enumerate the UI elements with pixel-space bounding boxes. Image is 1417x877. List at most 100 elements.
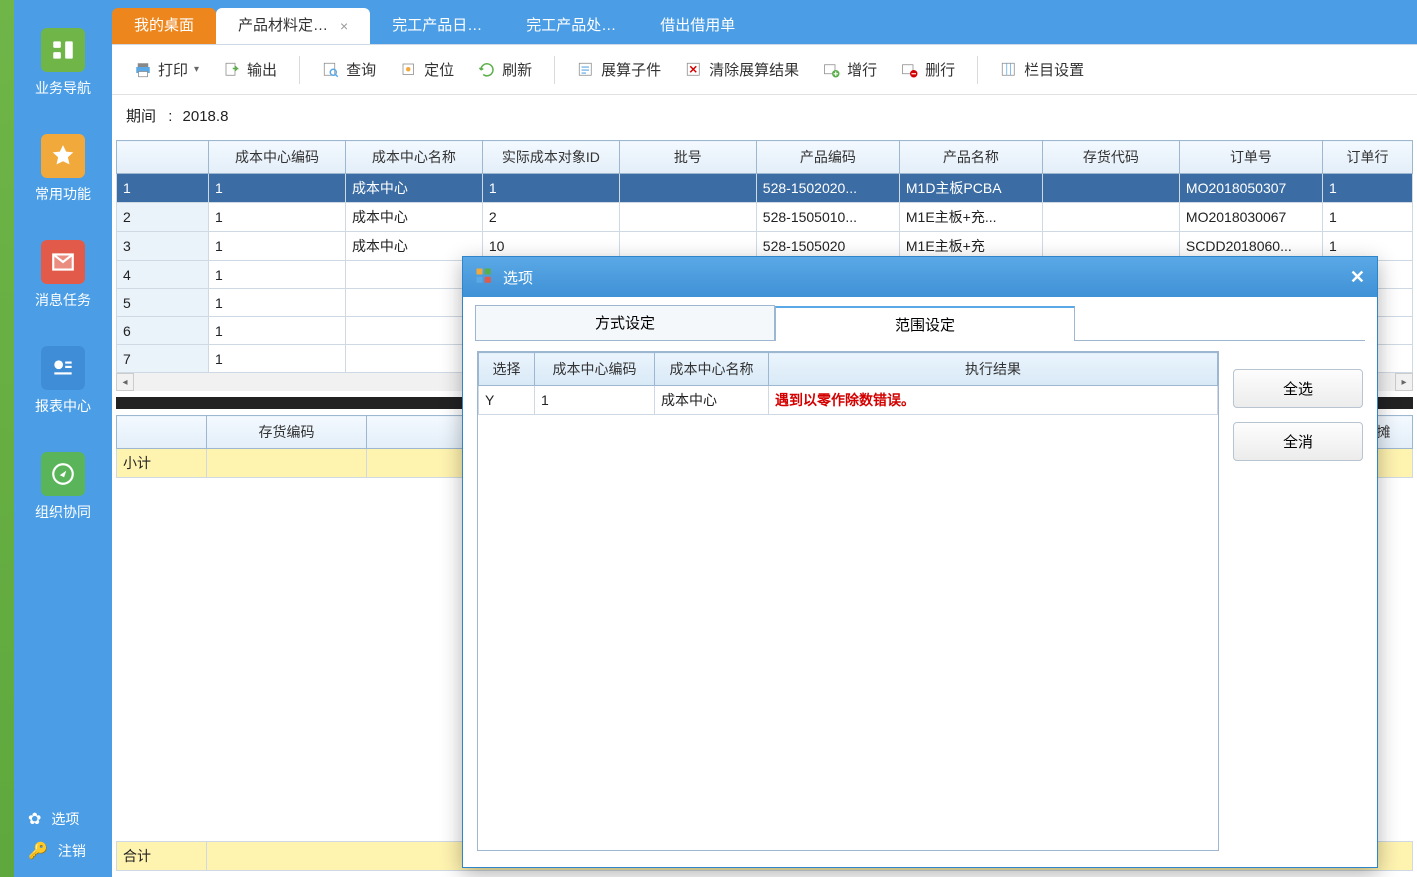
cell[interactable]: 成本中心 — [345, 174, 482, 203]
export-button[interactable]: 输出 — [213, 55, 287, 84]
scroll-right-icon[interactable]: ▸ — [1395, 373, 1413, 391]
col-header[interactable]: 实际成本对象ID — [482, 141, 619, 174]
dialog-titlebar[interactable]: 选项 ✕ — [463, 257, 1377, 297]
sidebar-options[interactable]: ✿ 选项 — [14, 803, 112, 835]
cell[interactable]: 1 — [208, 203, 345, 232]
table-row[interactable]: 11成本中心1528-1502020...M1D主板PCBAMO20180503… — [117, 174, 1413, 203]
table-row[interactable]: 21成本中心2528-1505010...M1E主板+充...MO2018030… — [117, 203, 1413, 232]
query-button[interactable]: 查询 — [312, 55, 386, 84]
sidebar-item-org[interactable]: 组织协同 — [14, 452, 112, 522]
sidebar-logout[interactable]: 🔑 注销 — [14, 835, 112, 867]
clear-button[interactable]: 清除展算结果 — [675, 55, 809, 84]
col-header[interactable]: 订单号 — [1179, 141, 1322, 174]
cell[interactable] — [1042, 203, 1179, 232]
columns-icon — [1000, 61, 1018, 79]
close-icon[interactable]: × — [340, 8, 348, 44]
cell-code: 1 — [535, 386, 655, 415]
col-header[interactable]: 执行结果 — [769, 353, 1218, 386]
sidebar-label: 业务导航 — [35, 78, 91, 98]
col-header[interactable]: 存货编码 — [207, 416, 367, 449]
cell[interactable]: 1 — [1322, 203, 1412, 232]
deselect-all-button[interactable]: 全消 — [1233, 422, 1363, 461]
cell[interactable] — [619, 203, 756, 232]
key-icon: 🔑 — [28, 841, 48, 861]
sidebar-item-fav[interactable]: 常用功能 — [14, 134, 112, 204]
table-row[interactable]: Y 1 成本中心 遇到以零作除数错误。 — [479, 386, 1218, 415]
addrow-button[interactable]: 增行 — [813, 55, 887, 84]
delrow-button[interactable]: 删行 — [891, 55, 965, 84]
row-number[interactable]: 4 — [117, 261, 209, 289]
col-header[interactable]: 订单行 — [1322, 141, 1412, 174]
cell[interactable]: MO2018050307 — [1179, 174, 1322, 203]
cell-name: 成本中心 — [655, 386, 769, 415]
btn-label: 刷新 — [502, 59, 532, 80]
cell[interactable]: M1D主板PCBA — [899, 174, 1042, 203]
btn-label: 查询 — [346, 59, 376, 80]
star-icon — [41, 134, 85, 178]
col-header[interactable] — [117, 416, 207, 449]
period-row: 期间 : 2018.8 — [112, 95, 1417, 136]
columns-button[interactable]: 栏目设置 — [990, 55, 1094, 84]
col-header[interactable] — [117, 141, 209, 174]
col-header[interactable]: 批号 — [619, 141, 756, 174]
tab-item[interactable]: 完工产品处… — [504, 8, 638, 44]
print-button[interactable]: 打印 ▾ — [124, 55, 209, 84]
cell[interactable]: 1 — [1322, 174, 1412, 203]
dialog-title: 选项 — [503, 267, 533, 288]
cell[interactable]: 1 — [208, 232, 345, 261]
row-number[interactable]: 5 — [117, 289, 209, 317]
btn-label: 定位 — [424, 59, 454, 80]
btn-label: 清除展算结果 — [709, 59, 799, 80]
report-icon — [41, 346, 85, 390]
sidebar-item-msg[interactable]: 消息任务 — [14, 240, 112, 310]
row-number[interactable]: 3 — [117, 232, 209, 261]
dialog-content: 选择 成本中心编码 成本中心名称 执行结果 Y 1 成本中心 遇到以零作除数错误… — [463, 341, 1377, 861]
sidebar-label: 消息任务 — [35, 290, 91, 310]
col-header[interactable]: 成本中心编码 — [208, 141, 345, 174]
cell[interactable]: 成本中心 — [345, 203, 482, 232]
chevron-down-icon: ▾ — [194, 64, 199, 75]
col-header[interactable]: 产品名称 — [899, 141, 1042, 174]
cell[interactable] — [1042, 174, 1179, 203]
col-header[interactable]: 产品编码 — [756, 141, 899, 174]
cell[interactable] — [619, 174, 756, 203]
row-number[interactable]: 2 — [117, 203, 209, 232]
locate-button[interactable]: 定位 — [390, 55, 464, 84]
col-header[interactable]: 成本中心名称 — [655, 353, 769, 386]
tab-item[interactable]: 完工产品日… — [370, 8, 504, 44]
sidebar-item-report[interactable]: 报表中心 — [14, 346, 112, 416]
cell[interactable]: 528-1502020... — [756, 174, 899, 203]
dialog-tab-scope[interactable]: 范围设定 — [775, 306, 1075, 341]
expand-button[interactable]: 展算子件 — [567, 55, 671, 84]
close-icon[interactable]: ✕ — [1350, 267, 1365, 288]
cell[interactable]: 2 — [482, 203, 619, 232]
col-header[interactable]: 成本中心名称 — [345, 141, 482, 174]
tab-home[interactable]: 我的桌面 — [112, 8, 216, 44]
compass-icon — [41, 452, 85, 496]
col-header[interactable]: 选择 — [479, 353, 535, 386]
tab-active[interactable]: 产品材料定… × — [216, 8, 370, 44]
refresh-button[interactable]: 刷新 — [468, 55, 542, 84]
dialog-body: 方式设定 范围设定 选择 成本中心编码 成本中心名称 执行结果 Y — [463, 305, 1377, 875]
cell[interactable]: MO2018030067 — [1179, 203, 1322, 232]
cell[interactable]: 1 — [482, 174, 619, 203]
row-number[interactable]: 1 — [117, 174, 209, 203]
cell[interactable]: 1 — [208, 174, 345, 203]
dialog-tab-mode[interactable]: 方式设定 — [475, 305, 775, 340]
col-header[interactable]: 成本中心编码 — [535, 353, 655, 386]
tab-item[interactable]: 借出借用单 — [638, 8, 757, 44]
sidebar-item-nav[interactable]: 业务导航 — [14, 28, 112, 98]
cell-select[interactable]: Y — [479, 386, 535, 415]
cell[interactable]: 1 — [208, 289, 345, 317]
cell[interactable]: 1 — [208, 345, 345, 373]
row-number[interactable]: 7 — [117, 345, 209, 373]
scroll-left-icon[interactable]: ◂ — [116, 373, 134, 391]
cell[interactable]: 1 — [208, 317, 345, 345]
col-header[interactable]: 存货代码 — [1042, 141, 1179, 174]
row-number[interactable]: 6 — [117, 317, 209, 345]
select-all-button[interactable]: 全选 — [1233, 369, 1363, 408]
dialog-grid[interactable]: 选择 成本中心编码 成本中心名称 执行结果 Y 1 成本中心 遇到以零作除数错误… — [478, 352, 1218, 415]
cell[interactable]: M1E主板+充... — [899, 203, 1042, 232]
cell[interactable]: 528-1505010... — [756, 203, 899, 232]
cell[interactable]: 1 — [208, 261, 345, 289]
